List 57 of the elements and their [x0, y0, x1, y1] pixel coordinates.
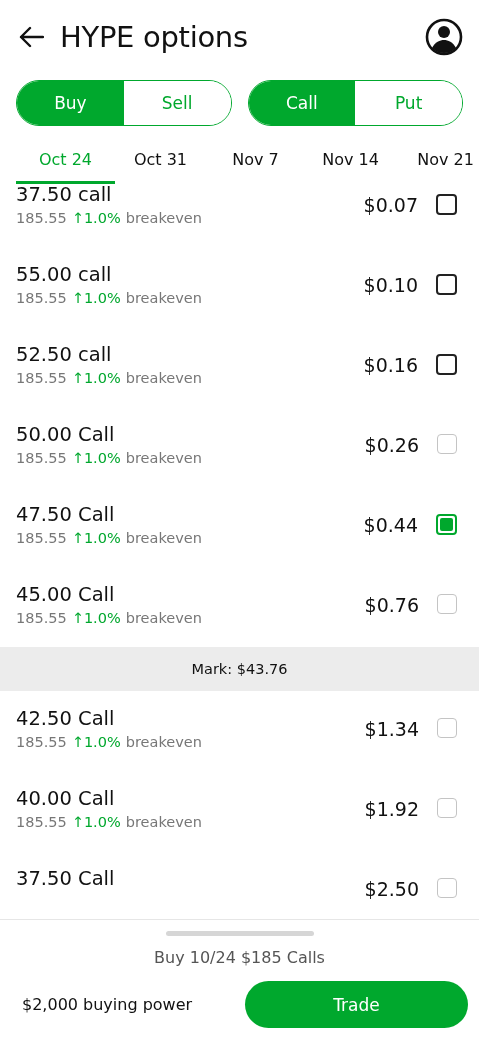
- breakeven-label: breakeven: [125, 210, 202, 226]
- mark-price-bar: Mark: $43.76: [0, 647, 479, 691]
- change-percent: ↑1.0%: [71, 530, 121, 546]
- toggle-option[interactable]: Buy: [17, 81, 124, 125]
- contract-price: $1.34: [364, 718, 419, 740]
- date-tab[interactable]: Oct 24: [16, 144, 115, 184]
- breakeven-price: 185.55: [16, 814, 67, 830]
- contract-title: 47.50 Call: [16, 503, 116, 526]
- change-percent: ↑1.0%: [71, 290, 121, 306]
- contract-price: $0.44: [363, 514, 418, 536]
- buying-power: $2,000 buying power: [22, 995, 194, 1014]
- breakeven-price: 185.55: [16, 734, 67, 750]
- contract-title: 42.50 Call: [16, 707, 116, 730]
- contract-title: 37.50 call: [16, 184, 113, 206]
- breakeven-label: breakeven: [125, 530, 202, 546]
- breakeven-price: 185.55: [16, 370, 67, 386]
- breakeven-label: breakeven: [125, 370, 202, 386]
- change-percent: ↑1.0%: [71, 450, 121, 466]
- change-percent: ↑1.0%: [71, 610, 121, 626]
- breakeven-price: 185.55: [16, 530, 67, 546]
- contract-price: $0.10: [363, 274, 418, 296]
- back-arrow-icon[interactable]: [18, 26, 44, 48]
- trade-button[interactable]: Trade: [245, 981, 468, 1028]
- breakeven-label: breakeven: [125, 450, 202, 466]
- change-percent: ↑1.0%: [71, 370, 121, 386]
- breakeven-label: breakeven: [125, 290, 202, 306]
- contract-price: $0.07: [363, 194, 418, 216]
- checkbox[interactable]: [436, 514, 457, 535]
- contract-title: 45.00 Call: [16, 583, 116, 606]
- contract-price: $0.26: [364, 434, 419, 456]
- contract-price: $0.16: [363, 354, 418, 376]
- breakeven-label: breakeven: [125, 734, 202, 750]
- change-percent: ↑1.0%: [71, 210, 121, 226]
- breakeven-price: 185.55: [16, 450, 67, 466]
- contract-price: $0.76: [364, 594, 419, 616]
- order-summary: Buy 10/24 $185 Calls: [154, 948, 325, 967]
- contract-title: 55.00 call: [16, 263, 113, 286]
- toggle-option[interactable]: Call: [248, 81, 356, 125]
- breakeven-price: 185.55: [16, 290, 67, 306]
- profile-icon[interactable]: [425, 18, 463, 56]
- change-percent: ↑1.0%: [71, 734, 121, 750]
- breakeven-price: 185.55: [16, 210, 67, 226]
- contract-title: 52.50 call: [16, 343, 113, 366]
- contract-title: 40.00 Call: [16, 787, 116, 810]
- breakeven-label: breakeven: [125, 610, 202, 626]
- page-title: HYPE options: [60, 20, 249, 54]
- contract-title: 50.00 Call: [16, 423, 116, 446]
- breakeven-price: 185.55: [16, 610, 67, 626]
- contract-title: 37.50 Call: [16, 867, 116, 890]
- contract-price: $2.50: [364, 878, 419, 900]
- contract-price: $1.92: [364, 798, 419, 820]
- checkbox[interactable]: [436, 194, 457, 215]
- breakeven-label: breakeven: [125, 814, 202, 830]
- drag-handle[interactable]: [165, 931, 314, 936]
- change-percent: ↑1.0%: [71, 814, 121, 830]
- checkbox[interactable]: [436, 354, 457, 375]
- checkbox[interactable]: [436, 274, 457, 295]
